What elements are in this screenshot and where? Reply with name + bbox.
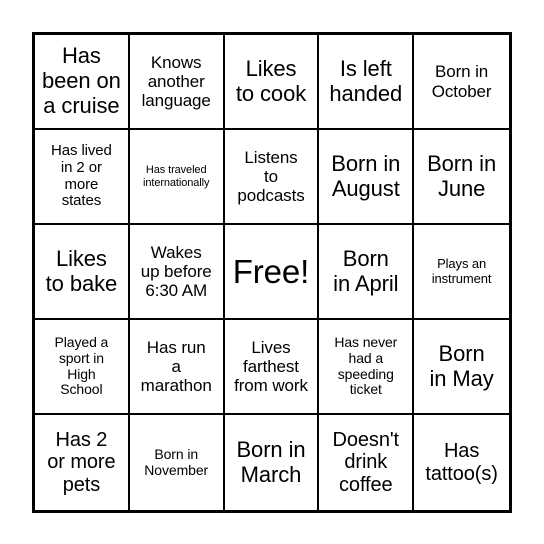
bingo-cell[interactable]: Born in May (414, 320, 509, 415)
bingo-cell[interactable]: Born in June (414, 130, 509, 225)
bingo-cell-label: Lives farthest from work (234, 337, 308, 396)
bingo-cell-label: Played a sport in High School (54, 333, 109, 398)
bingo-cell[interactable]: Has never had a speeding ticket (319, 320, 415, 415)
bingo-cell[interactable]: Has lived in 2 or more states (35, 130, 130, 225)
bingo-cell[interactable]: Born in April (319, 225, 415, 320)
bingo-cell-label: Is left handed (329, 55, 403, 106)
bingo-cell[interactable]: Is left handed (319, 35, 415, 130)
bingo-cell-label: Has lived in 2 or more states (51, 141, 112, 210)
bingo-cell[interactable]: Has traveled internationally (129, 130, 225, 225)
bingo-cell[interactable]: Played a sport in High School (35, 320, 130, 415)
bingo-cell[interactable]: Born in August (319, 130, 415, 225)
bingo-cell[interactable]: Has run a marathon (129, 320, 225, 415)
bingo-cell[interactable]: Born in March (224, 415, 320, 510)
bingo-cell-label: Has traveled internationally (143, 164, 210, 189)
bingo-cell-label: Born in June (427, 150, 497, 201)
bingo-cell-label: Knows another language (141, 52, 211, 111)
bingo-cell-label: Wakes up before 6:30 AM (140, 242, 212, 301)
bingo-cell-label: Plays an instrument (431, 255, 492, 286)
bingo-cell[interactable]: Has 2 or more pets (35, 415, 130, 510)
bingo-cell-label: Born in March (236, 436, 306, 487)
bingo-cell-label: Born in August (331, 150, 401, 201)
bingo-cell-label: Born in October (431, 62, 492, 101)
bingo-cell-label: Has run a marathon (140, 337, 212, 396)
bingo-cell[interactable]: Knows another language (129, 35, 225, 130)
bingo-cell[interactable]: Has been on a cruise (35, 35, 130, 130)
bingo-cell-label: Born in November (144, 445, 209, 478)
bingo-card-grid: Has been on a cruise Knows another langua… (32, 32, 512, 513)
bingo-cell-label: Free! (232, 252, 310, 290)
bingo-cell[interactable]: Doesn't drink coffee (319, 415, 415, 510)
bingo-cell-label: Likes to bake (45, 245, 118, 296)
bingo-cell-label: Born in April (333, 245, 399, 296)
bingo-cell-label: Has been on a cruise (41, 43, 121, 118)
bingo-cell[interactable]: Born in November (129, 415, 225, 510)
bingo-cell-label: Likes to cook (235, 55, 307, 106)
bingo-cell-label: Born in May (429, 340, 494, 391)
bingo-cell-label: Has 2 or more pets (47, 428, 116, 496)
bingo-cell[interactable]: Wakes up before 6:30 AM (129, 225, 225, 320)
bingo-cell-label: Has never had a speeding ticket (334, 333, 398, 398)
bingo-cell[interactable]: Born in October (414, 35, 509, 130)
bingo-cell[interactable]: Has tattoo(s) (414, 415, 509, 510)
bingo-cell[interactable]: Likes to cook (224, 35, 320, 130)
bingo-cell[interactable]: Likes to bake (35, 225, 130, 320)
bingo-cell[interactable]: Plays an instrument (414, 225, 509, 320)
bingo-cell[interactable]: Lives farthest from work (224, 320, 320, 415)
bingo-cell-label: Has tattoo(s) (425, 439, 498, 485)
bingo-cell-label: Doesn't drink coffee (332, 428, 400, 496)
bingo-cell-label: Listens to podcasts (237, 147, 305, 206)
bingo-cell[interactable]: Listens to podcasts (224, 130, 320, 225)
bingo-cell-free-space[interactable]: Free! (224, 225, 320, 320)
